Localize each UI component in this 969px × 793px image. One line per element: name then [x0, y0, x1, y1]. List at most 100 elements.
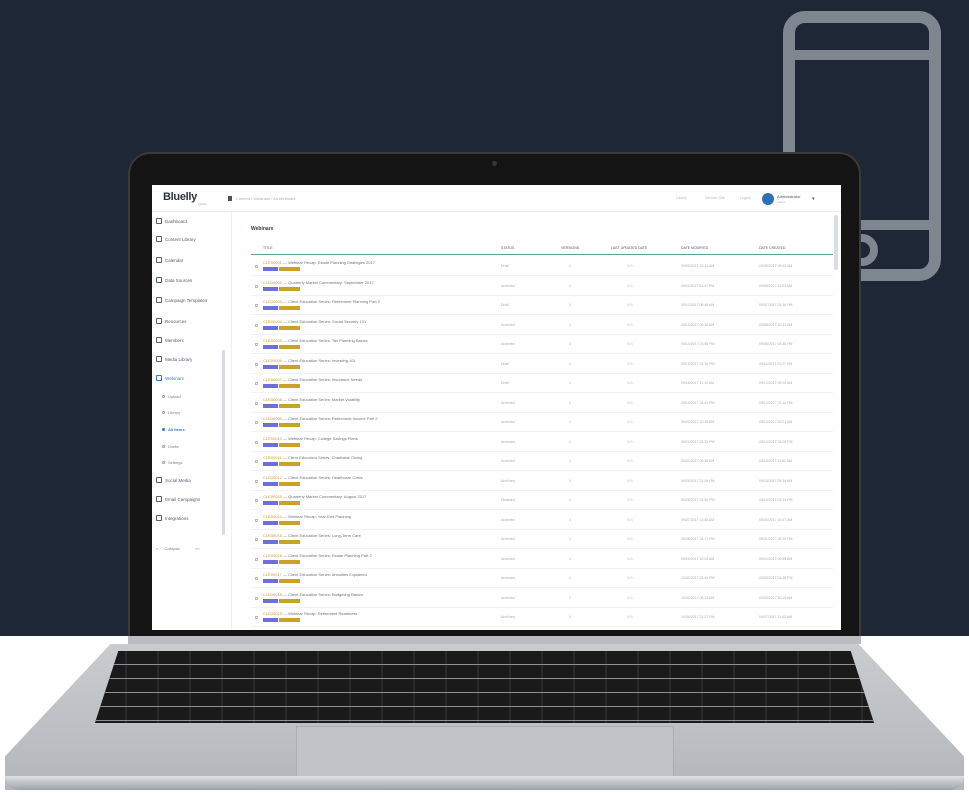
column-header-date-created[interactable]: Date Created — [759, 246, 786, 250]
row-title[interactable]: CLE00012 — Client Education Series: Heal… — [263, 475, 363, 480]
row-checkbox[interactable] — [255, 304, 258, 307]
sidebar-item-label: Webinars — [165, 375, 184, 381]
sidebar-item-webinars[interactable]: Webinars — [156, 372, 184, 384]
row-checkbox[interactable] — [255, 421, 258, 424]
row-title[interactable]: CLE00019 — Webinar Recap: Retirement Rea… — [263, 611, 357, 616]
row-title[interactable]: CLE00014 — Webinar Recap: Year-End Plann… — [263, 514, 351, 519]
row-title[interactable]: CLE00015 — Client Education Series: Long… — [263, 533, 361, 538]
sidebar-subitem-upload[interactable]: Upload — [162, 390, 181, 402]
row-checkbox[interactable] — [255, 460, 258, 463]
table-row[interactable]: CLE00011 — Client Education Series: Char… — [251, 452, 833, 471]
row-title[interactable]: CLE00003 — Client Education Series: Reti… — [263, 299, 380, 304]
column-header-versions[interactable]: Versions — [561, 246, 579, 250]
row-title[interactable]: CLE00007 — Client Education Series: Insu… — [263, 377, 362, 382]
table-row[interactable]: CLE00001 — Webinar Recap: Estate Plannin… — [251, 257, 833, 276]
row-checkbox[interactable] — [255, 616, 258, 619]
row-id: CLE00006 — [263, 357, 282, 363]
sidebar-subitem-settings[interactable]: Settings — [162, 456, 182, 468]
row-checkbox[interactable] — [255, 440, 258, 444]
row-versions: 1 — [569, 322, 571, 327]
sidebar-item-resources[interactable]: Resources — [156, 315, 187, 327]
row-title-text: Webinar Recap: Retirement Readiness — [288, 611, 358, 616]
user-role: Admin — [777, 200, 786, 204]
table-row[interactable]: CLE00010 — Webinar Recap: College Saving… — [251, 433, 833, 452]
row-checkbox[interactable] — [255, 265, 258, 268]
sidebar-item-social-media[interactable]: Social Media — [156, 474, 191, 486]
sidebar-item-calendar[interactable]: Calendar — [156, 254, 183, 266]
sidebar-scrollbar[interactable] — [222, 350, 225, 535]
row-checkbox[interactable] — [255, 518, 258, 522]
table-row[interactable]: CLE00018 — Client Education Series: Budg… — [251, 589, 833, 608]
table-row[interactable]: CLE00009 — Client Education Series: Reti… — [251, 413, 833, 432]
row-title[interactable]: CLE00006 — Client Education Series: Inve… — [263, 358, 356, 363]
table-row[interactable]: CLE00012 — Client Education Series: Heal… — [251, 472, 833, 491]
column-header-date-modified[interactable]: Date Modified — [681, 246, 708, 250]
row-title[interactable]: CLE00011 — Client Education Series: Char… — [263, 455, 362, 460]
topbar-link-library[interactable]: Library — [676, 196, 687, 200]
sidebar-item-data-sources[interactable]: Data Sources — [156, 274, 192, 286]
sidebar-collapse-row[interactable]: < Collapse << — [156, 546, 200, 551]
avatar[interactable] — [762, 193, 774, 205]
column-header-title[interactable]: Title — [263, 246, 273, 250]
row-date-modified: 09/05/2017 10:14 AM — [681, 264, 715, 268]
sidebar-item-dashboard[interactable]: Dashboard — [156, 215, 187, 227]
row-title[interactable]: CLE00001 — Webinar Recap: Estate Plannin… — [263, 260, 375, 265]
row-checkbox[interactable] — [255, 596, 258, 600]
row-title[interactable]: CLE00002 — Quarterly Market Commentary: … — [263, 280, 374, 285]
row-checkbox[interactable] — [255, 284, 258, 288]
table-row[interactable]: CLE00016 — Client Education Series: Esta… — [251, 550, 833, 569]
table-row[interactable]: CLE00019 — Webinar Recap: Retirement Rea… — [251, 608, 833, 627]
topbar-link-member-site[interactable]: Member Site — [705, 196, 725, 200]
sidebar-item-media-library[interactable]: Media Library — [156, 353, 192, 365]
column-header-status[interactable]: Status — [501, 246, 514, 250]
row-title[interactable]: CLE00017 — Client Education Series: Annu… — [263, 572, 367, 577]
sidebar-item-content-library[interactable]: Content Library — [156, 233, 196, 245]
brand-logo[interactable]: Bluelly — [163, 191, 197, 203]
row-title[interactable]: CLE00018 — Client Education Series: Budg… — [263, 592, 363, 597]
topbar-link-logout[interactable]: Logout — [740, 196, 751, 200]
sidebar-subitem-drafts[interactable]: Drafts — [162, 440, 179, 452]
table-row[interactable]: CLE00017 — Client Education Series: Annu… — [251, 569, 833, 588]
row-title[interactable]: CLE00004 — Client Education Series: Soci… — [263, 319, 366, 324]
row-checkbox[interactable] — [255, 479, 258, 483]
table-row[interactable]: CLE00005 — Client Education Series: Tax … — [251, 335, 833, 354]
row-date-created: 09/22/2017 09:55 AM — [759, 556, 793, 561]
breadcrumb[interactable]: Content / Webinars / All Webinars — [236, 196, 296, 201]
row-checkbox[interactable] — [255, 401, 258, 405]
row-checkbox[interactable] — [255, 577, 258, 580]
row-checkbox[interactable] — [255, 499, 258, 502]
row-checkbox[interactable] — [255, 343, 258, 346]
table-row[interactable]: CLE00007 — Client Education Series: Insu… — [251, 374, 833, 393]
row-title[interactable]: CLE00010 — Webinar Recap: College Saving… — [263, 436, 358, 441]
table-row[interactable]: CLE00004 — Client Education Series: Soci… — [251, 316, 833, 335]
column-header-last-updated[interactable]: Last Updated Date — [611, 246, 647, 250]
table-row[interactable]: CLE00020 — Quarterly Market Commentary: … — [251, 628, 833, 631]
row-checkbox[interactable] — [255, 382, 258, 385]
table-row[interactable]: CLE00015 — Client Education Series: Long… — [251, 530, 833, 549]
row-title[interactable]: CLE00005 — Client Education Series: Tax … — [263, 338, 368, 343]
row-checkbox[interactable] — [255, 323, 258, 327]
sidebar-item-campaign-templates[interactable]: Campaign Templates — [156, 294, 207, 306]
table-row[interactable]: CLE00003 — Client Education Series: Reti… — [251, 296, 833, 315]
row-title[interactable]: CLE00009 — Client Education Series: Reti… — [263, 416, 378, 421]
row-title[interactable]: CLE00008 — Client Education Series: Mark… — [263, 397, 360, 402]
table-row[interactable]: CLE00002 — Quarterly Market Commentary: … — [251, 277, 833, 296]
table-row[interactable]: CLE00006 — Client Education Series: Inve… — [251, 355, 833, 374]
sidebar-item-integrations[interactable]: Integrations — [156, 512, 189, 524]
sidebar-item-email-campaigns[interactable]: Email Campaigns — [156, 493, 200, 505]
sidebar-subitem-library[interactable]: Library — [162, 406, 180, 418]
row-id: CLE00001 — [263, 260, 282, 265]
user-name[interactable]: Administrator — [777, 194, 801, 199]
row-checkbox[interactable] — [255, 538, 258, 541]
row-title[interactable]: CLE00013 — Quarterly Market Commentary: … — [263, 494, 366, 499]
row-title[interactable]: CLE00016 — Client Education Series: Esta… — [263, 553, 372, 558]
table-scrollbar[interactable] — [834, 215, 838, 270]
sidebar-item-members[interactable]: Members — [156, 334, 184, 346]
row-checkbox[interactable] — [255, 362, 258, 366]
table-row[interactable]: CLE00013 — Quarterly Market Commentary: … — [251, 491, 833, 510]
chevron-down-icon[interactable]: ▾ — [812, 196, 815, 202]
table-row[interactable]: CLE00008 — Client Education Series: Mark… — [251, 394, 833, 413]
sidebar-subitem-all-items[interactable]: All Items — [162, 423, 185, 435]
row-checkbox[interactable] — [255, 557, 258, 561]
table-row[interactable]: CLE00014 — Webinar Recap: Year-End Plann… — [251, 511, 833, 530]
